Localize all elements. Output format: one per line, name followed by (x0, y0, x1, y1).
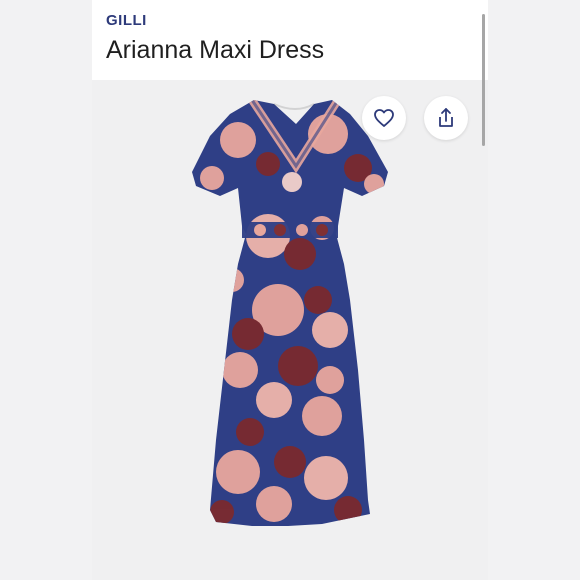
brand-name[interactable]: GILLI (106, 12, 147, 29)
product-header: GILLI Arianna Maxi Dress (92, 0, 488, 80)
favorite-button[interactable] (362, 96, 406, 140)
share-icon (439, 108, 453, 127)
waistband (242, 222, 338, 238)
share-button[interactable] (424, 96, 468, 140)
right-margin (488, 0, 580, 580)
heart-icon (374, 109, 394, 127)
left-margin (0, 0, 92, 580)
product-title: Arianna Maxi Dress (106, 36, 325, 64)
product-image (192, 100, 388, 526)
dress-shape (192, 100, 388, 526)
